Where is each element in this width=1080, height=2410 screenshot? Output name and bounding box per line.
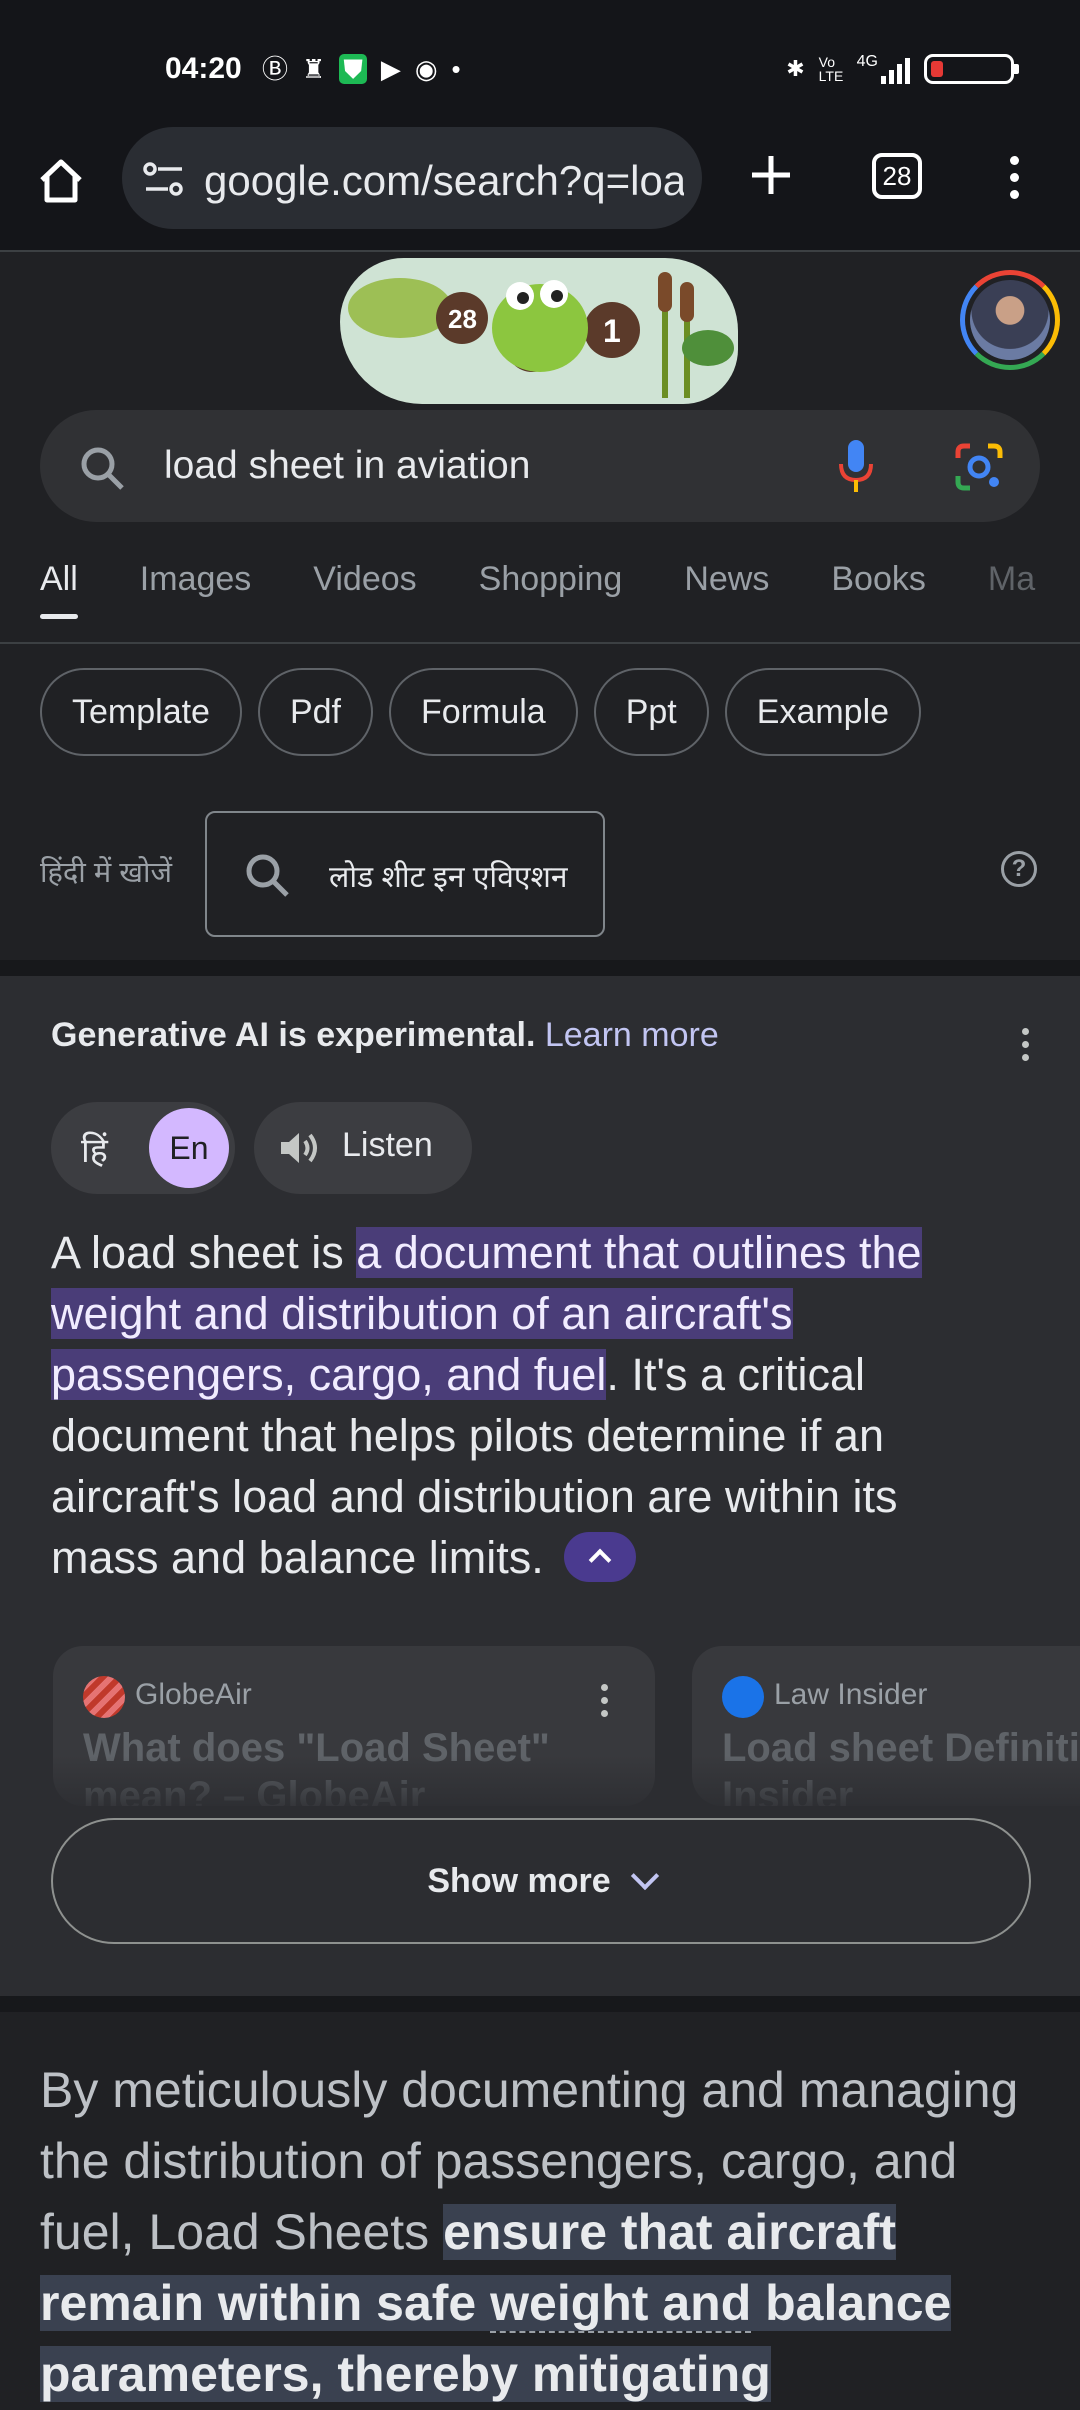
home-button[interactable]: [30, 150, 92, 212]
tab-books[interactable]: Books: [831, 560, 926, 599]
ai-overview-text: A load sheet is a document that outlines…: [51, 1222, 1011, 1588]
ai-text-start: A load sheet is: [51, 1227, 357, 1278]
ai-overview: Generative AI is experimental. Learn mor…: [0, 976, 1080, 1996]
svg-text:28: 28: [448, 304, 477, 334]
search-icon: [81, 447, 124, 490]
hindi-search-query[interactable]: लोड शीट इन एविएशन: [329, 855, 568, 896]
doodle-frog-illustration: 28 29 1: [348, 272, 734, 398]
volte-icon: Vo LTE: [818, 54, 844, 84]
section-divider: [0, 960, 1080, 976]
4g-signal-icon: 4G: [857, 54, 910, 84]
chip-pdf[interactable]: Pdf: [257, 668, 374, 756]
bluetooth-icon: ✱: [786, 56, 805, 81]
shield-icon: ⛊: [339, 54, 367, 84]
search-box[interactable]: load sheet in aviation: [40, 410, 1040, 522]
tab-images[interactable]: Images: [140, 560, 252, 599]
status-right-icons: ✱ Vo LTE 4G: [786, 54, 1019, 84]
chip-template[interactable]: Template: [40, 668, 242, 756]
mic-icon[interactable]: [836, 438, 876, 494]
collapse-button[interactable]: [564, 1532, 637, 1583]
avatar-image: [970, 280, 1050, 360]
cards-fade: [0, 1756, 1080, 1816]
status-bar: 04:20 Ⓑ ♜ ⛊ ▶ ◉ • ✱ Vo LTE 4G: [0, 0, 1080, 120]
account-avatar[interactable]: [960, 270, 1060, 370]
svg-text:1: 1: [603, 313, 621, 349]
new-tab-button[interactable]: [740, 144, 802, 206]
source-card-menu-button[interactable]: [601, 1684, 608, 1717]
network-type: 4G: [856, 53, 878, 70]
law-insider-favicon: [722, 1676, 764, 1718]
source-site: GlobeAir: [135, 1678, 252, 1711]
tab-count: 28: [882, 160, 912, 191]
battery-icon: [924, 54, 1019, 84]
tab-switcher-button[interactable]: 28: [872, 153, 922, 199]
lang-english-option[interactable]: En: [149, 1108, 229, 1188]
status-time: 04:20: [165, 52, 242, 85]
hindi-search-label: हिंदी में खोजें: [40, 857, 173, 889]
tabs-divider: [0, 642, 1080, 644]
plus-icon: [752, 156, 790, 194]
chip-example[interactable]: Example: [724, 668, 922, 756]
tab-all[interactable]: All: [40, 560, 78, 619]
language-toggle[interactable]: हिं En: [51, 1102, 235, 1194]
browser-menu-button[interactable]: [1010, 156, 1019, 199]
chevron-down-icon: [630, 1861, 659, 1891]
help-icon[interactable]: ?: [1001, 851, 1037, 887]
ai-disclaimer-text: Generative AI is experimental.: [51, 1016, 536, 1054]
tab-shopping[interactable]: Shopping: [479, 560, 623, 599]
lang-hindi-option[interactable]: हिं: [81, 1126, 108, 1172]
ai-overview-menu-button[interactable]: [1022, 1028, 1029, 1061]
listen-button[interactable]: Listen: [254, 1102, 472, 1194]
robot-icon: ♜: [302, 54, 326, 84]
browser-toolbar: google.com/search?q=load 28: [0, 120, 1080, 252]
url-text[interactable]: google.com/search?q=load: [204, 157, 684, 205]
google-lens-icon[interactable]: [954, 442, 1004, 492]
featured-snippet-text: By meticulously documenting and managing…: [40, 2055, 1050, 2410]
search-icon: [246, 854, 289, 897]
section-divider: [0, 1996, 1080, 2012]
play-icon: ▶: [380, 54, 401, 84]
tab-maps[interactable]: Ma: [988, 560, 1035, 599]
globeair-favicon: [83, 1676, 125, 1718]
chip-formula[interactable]: Formula: [389, 668, 578, 756]
tab-videos[interactable]: Videos: [313, 560, 416, 599]
status-left-icons: Ⓑ ♜ ⛊ ▶ ◉ •: [262, 54, 461, 84]
refinement-chips: Template Pdf Formula Ppt Example: [40, 668, 922, 756]
speaker-icon: [281, 1133, 317, 1163]
b-circle-icon: Ⓑ: [262, 54, 289, 84]
site-settings-icon[interactable]: [142, 159, 186, 199]
home-icon: [40, 159, 82, 203]
hindi-search-button[interactable]: लोड शीट इन एविएशन: [205, 811, 605, 937]
search-tabs: All Images Videos Shopping News Books Ma: [40, 560, 1035, 619]
show-more-label: Show more: [427, 1861, 611, 1900]
url-bar[interactable]: google.com/search?q=load: [122, 127, 702, 229]
ai-disclaimer: Generative AI is experimental. Learn mor…: [51, 1016, 719, 1055]
show-more-button[interactable]: Show more: [51, 1818, 1031, 1944]
chrome-icon: ◉: [414, 54, 438, 84]
dot-icon: •: [451, 54, 461, 84]
google-doodle[interactable]: 28 29 1: [340, 258, 738, 404]
snippet-term-link[interactable]: weight and: [490, 2275, 752, 2333]
listen-label: Listen: [342, 1126, 433, 1164]
learn-more-link[interactable]: Learn more: [545, 1016, 719, 1054]
search-query[interactable]: load sheet in aviation: [164, 444, 530, 488]
source-site: Law Insider: [774, 1678, 928, 1711]
tab-news[interactable]: News: [684, 560, 769, 599]
chip-ppt[interactable]: Ppt: [593, 668, 709, 756]
